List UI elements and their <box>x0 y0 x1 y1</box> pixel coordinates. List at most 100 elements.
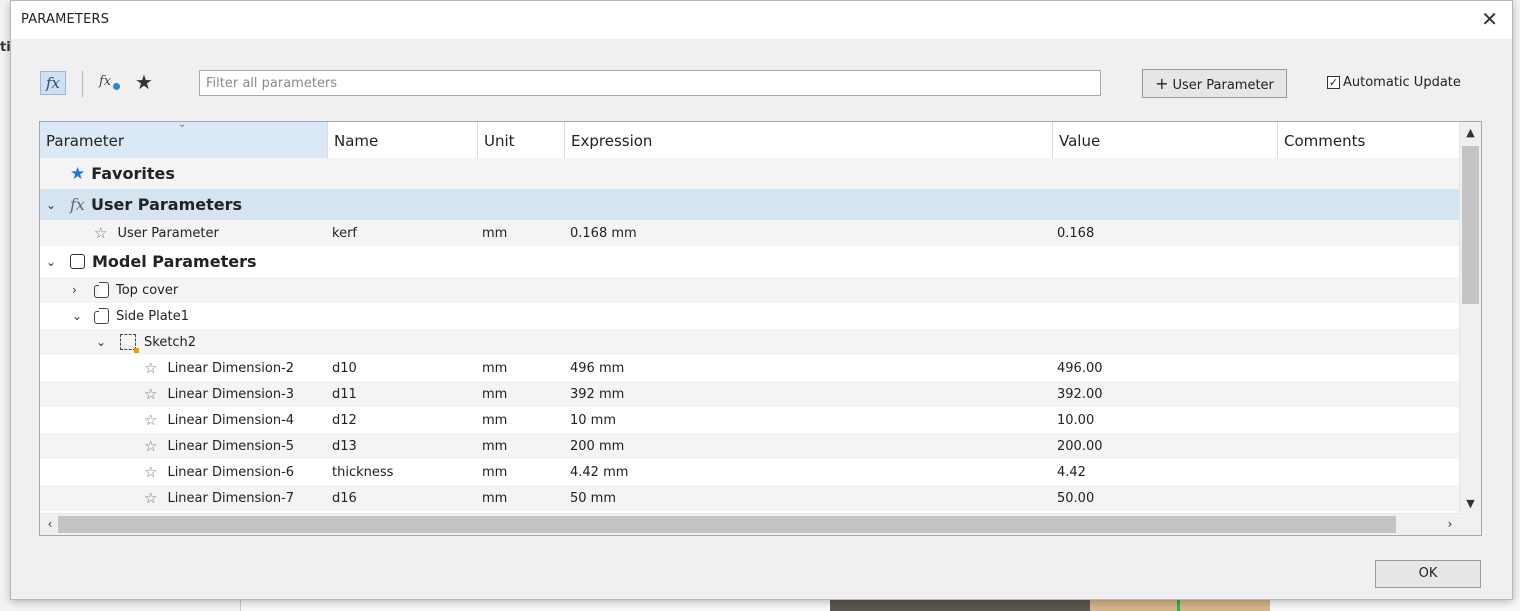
star-icon: ★ <box>135 70 153 94</box>
favorites-filter-button[interactable]: ★ <box>135 70 153 94</box>
vertical-scroll-thumb[interactable] <box>1462 146 1479 304</box>
column-header-label: Comments <box>1284 132 1366 150</box>
chevron-down-icon[interactable]: ⌄ <box>46 246 56 277</box>
model-box-icon <box>70 254 85 269</box>
expression-cell[interactable]: 0.168 mm <box>570 220 637 246</box>
table-row[interactable]: ☆ Linear Dimension-2 d10 mm 496 mm 496.00 <box>40 355 1460 381</box>
parameter-cell: Linear Dimension-5 <box>167 438 295 454</box>
group-label: User Parameters <box>90 195 242 214</box>
unit-cell: mm <box>482 412 508 428</box>
automatic-update-toggle[interactable]: ✓ Automatic Update <box>1327 75 1461 90</box>
table-row[interactable]: ☆ Linear Dimension-6 thickness mm 4.42 mm… <box>40 459 1460 485</box>
scroll-right-icon[interactable]: › <box>1440 514 1460 535</box>
unit-cell: mm <box>482 490 508 506</box>
tree-row-side-plate[interactable]: ⌄ Side Plate1 <box>40 303 1460 329</box>
favorite-star-icon[interactable]: ☆ <box>144 359 157 377</box>
name-cell[interactable]: d10 <box>332 355 357 381</box>
scrollbar-corner <box>1460 514 1481 535</box>
add-user-parameter-button[interactable]: + User Parameter <box>1142 69 1287 98</box>
favorite-star-icon[interactable]: ☆ <box>144 437 157 455</box>
favorite-star-icon[interactable]: ☆ <box>94 224 107 242</box>
column-header-unit[interactable]: Unit <box>478 122 565 158</box>
user-parameters-filter-button[interactable]: fx <box>99 71 123 95</box>
value-cell: 0.168 <box>1057 225 1095 241</box>
component-label: Top cover <box>116 282 179 298</box>
fx-icon: fx <box>45 74 60 92</box>
table-body: ★ Favorites ⌄ fx User Parameters ☆ User … <box>40 158 1460 511</box>
automatic-update-checkbox[interactable]: ✓ <box>1327 76 1340 89</box>
name-cell[interactable]: d12 <box>332 407 357 433</box>
scroll-left-icon[interactable]: ‹ <box>40 514 60 535</box>
add-user-parameter-label: User Parameter <box>1172 78 1274 93</box>
value-cell: 496.00 <box>1057 360 1103 376</box>
column-header-parameter[interactable]: ⌄ Parameter <box>40 122 328 158</box>
column-header-comments[interactable]: Comments <box>1278 122 1460 158</box>
expression-cell[interactable]: 496 mm <box>570 355 624 381</box>
column-header-label: Value <box>1059 132 1101 150</box>
column-header-name[interactable]: Name <box>328 122 478 158</box>
group-row-model-parameters[interactable]: ⌄ Model Parameters <box>40 246 1460 277</box>
table-row[interactable]: ☆ User Parameter kerf mm 0.168 mm 0.168 <box>40 220 1460 246</box>
filter-input[interactable] <box>199 70 1101 96</box>
chevron-down-icon[interactable]: ⌄ <box>46 189 56 220</box>
name-cell[interactable]: d13 <box>332 433 357 459</box>
horizontal-scroll-thumb[interactable] <box>58 516 1396 533</box>
scroll-up-icon[interactable]: ▲ <box>1460 122 1481 144</box>
automatic-update-label: Automatic Update <box>1343 75 1461 90</box>
parameter-cell: Linear Dimension-6 <box>167 464 295 480</box>
group-row-user-parameters[interactable]: ⌄ fx User Parameters <box>40 189 1460 220</box>
favorite-star-icon[interactable]: ☆ <box>144 489 157 507</box>
name-cell[interactable]: d11 <box>332 381 357 407</box>
favorite-star-icon[interactable]: ☆ <box>144 385 157 403</box>
table-row[interactable]: ☆ Linear Dimension-4 d12 mm 10 mm 10.00 <box>40 407 1460 433</box>
group-label: Model Parameters <box>92 252 257 271</box>
plus-icon: + <box>1155 74 1169 93</box>
name-cell[interactable]: d16 <box>332 485 357 511</box>
star-icon: ★ <box>70 163 86 184</box>
expression-cell[interactable]: 10 mm <box>570 407 616 433</box>
ok-button[interactable]: OK <box>1375 560 1481 588</box>
unit-cell: mm <box>482 225 508 241</box>
fx-user-icon: fx <box>99 74 112 89</box>
table-row[interactable]: ☆ Linear Dimension-5 d13 mm 200 mm 200.00 <box>40 433 1460 459</box>
parameter-cell: User Parameter <box>117 225 219 241</box>
column-header-expression[interactable]: Expression <box>565 122 1053 158</box>
favorite-star-icon[interactable]: ☆ <box>144 463 157 481</box>
sort-chevron-icon: ⌄ <box>178 121 187 130</box>
favorite-star-icon[interactable]: ☆ <box>144 411 157 429</box>
show-all-parameters-button[interactable]: fx <box>40 71 66 95</box>
tree-row-top-cover[interactable]: › Top cover <box>40 277 1460 303</box>
name-cell[interactable]: kerf <box>332 220 357 246</box>
parameter-cell: Linear Dimension-2 <box>167 360 295 376</box>
unit-cell: mm <box>482 464 508 480</box>
parameters-table: ⌄ Parameter Name Unit Expression Value C… <box>39 121 1482 536</box>
sketch-label: Sketch2 <box>144 334 197 350</box>
fx-icon: fx <box>70 195 85 214</box>
table-header: ⌄ Parameter Name Unit Expression Value C… <box>40 122 1460 159</box>
column-header-label: Unit <box>484 132 515 150</box>
dialog-title: PARAMETERS <box>21 12 110 27</box>
group-label: Favorites <box>91 164 175 183</box>
expression-cell[interactable]: 4.42 mm <box>570 459 628 485</box>
chevron-down-icon[interactable]: ⌄ <box>72 303 82 329</box>
scroll-down-icon[interactable]: ▼ <box>1460 493 1481 515</box>
chevron-right-icon[interactable]: › <box>72 277 77 303</box>
parameters-dialog: PARAMETERS ✕ fx fx ★ +User Parameter ✓ A… <box>10 0 1513 600</box>
name-cell[interactable]: thickness <box>332 459 393 485</box>
expression-cell[interactable]: 392 mm <box>570 381 624 407</box>
table-row[interactable]: ☆ Linear Dimension-3 d11 mm 392 mm 392.00 <box>40 381 1460 407</box>
group-row-favorites[interactable]: ★ Favorites <box>40 158 1460 189</box>
column-header-value[interactable]: Value <box>1053 122 1278 158</box>
horizontal-scrollbar[interactable]: ‹ › <box>40 513 1460 535</box>
expression-cell[interactable]: 50 mm <box>570 485 616 511</box>
toolbar: fx fx ★ +User Parameter ✓ Automatic Upda… <box>11 61 1512 107</box>
table-row[interactable]: ☆ Linear Dimension-7 d16 mm 50 mm 50.00 <box>40 485 1460 511</box>
vertical-scrollbar[interactable]: ▲ ▼ <box>1459 122 1481 515</box>
chevron-down-icon[interactable]: ⌄ <box>96 329 106 355</box>
value-cell: 200.00 <box>1057 438 1103 454</box>
value-cell: 10.00 <box>1057 412 1095 428</box>
expression-cell[interactable]: 200 mm <box>570 433 624 459</box>
value-cell: 50.00 <box>1057 490 1095 506</box>
tree-row-sketch[interactable]: ⌄ Sketch2 <box>40 329 1460 355</box>
close-icon[interactable]: ✕ <box>1481 9 1498 29</box>
